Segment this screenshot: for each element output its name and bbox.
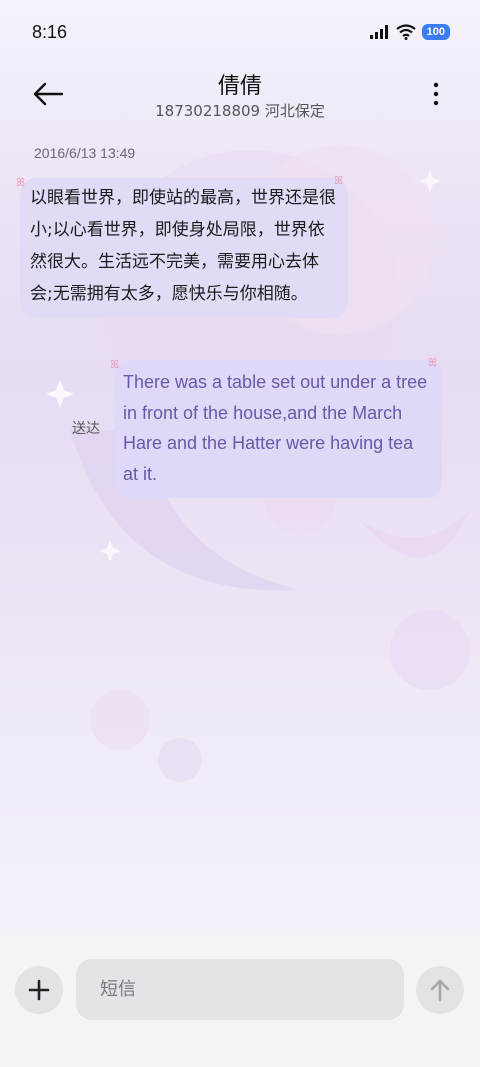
conversation-header: 倩倩 18730218809 河北保定: [0, 64, 480, 124]
delivery-status: 送达: [72, 421, 100, 437]
contact-number-location: 18730218809 河北保定: [155, 102, 325, 120]
outgoing-message-bubble[interactable]: There was a table set out under a tree i…: [114, 360, 442, 498]
battery-icon: 100: [421, 24, 450, 40]
incoming-message-text: 以眼看世界，即使站的最高，世界还是很小;以心看世界，即使身处局限，世界依然很大。…: [30, 188, 336, 304]
bubble-decoration-icon: ꕤ: [16, 176, 26, 189]
send-arrow-icon: [430, 979, 450, 1002]
more-options-button[interactable]: [428, 80, 444, 110]
send-button[interactable]: [416, 966, 464, 1014]
more-vertical-icon: [433, 82, 439, 106]
message-composer: [0, 938, 480, 1067]
status-time: 8:16: [32, 22, 68, 42]
incoming-message-bubble[interactable]: 以眼看世界，即使站的最高，世界还是很小;以心看世界，即使身处局限，世界依然很大。…: [20, 178, 348, 318]
contact-name: 倩倩: [217, 74, 262, 99]
add-attachment-button[interactable]: [15, 966, 63, 1014]
message-timestamp: 2016/6/13 13:49: [34, 145, 136, 161]
bubble-decoration-icon: ꕤ: [334, 174, 344, 187]
status-icons: 100: [369, 24, 450, 40]
bubble-decoration-icon: ꕤ: [428, 356, 438, 369]
bubble-decoration-icon: ꕤ: [110, 358, 120, 371]
plus-icon: [28, 979, 50, 1001]
sms-input[interactable]: [76, 959, 404, 1020]
wifi-icon: [395, 24, 416, 40]
outgoing-message-text: There was a table set out under a tree i…: [123, 372, 428, 484]
signal-icon: [369, 25, 388, 39]
status-bar: 8:16 100: [0, 0, 480, 64]
